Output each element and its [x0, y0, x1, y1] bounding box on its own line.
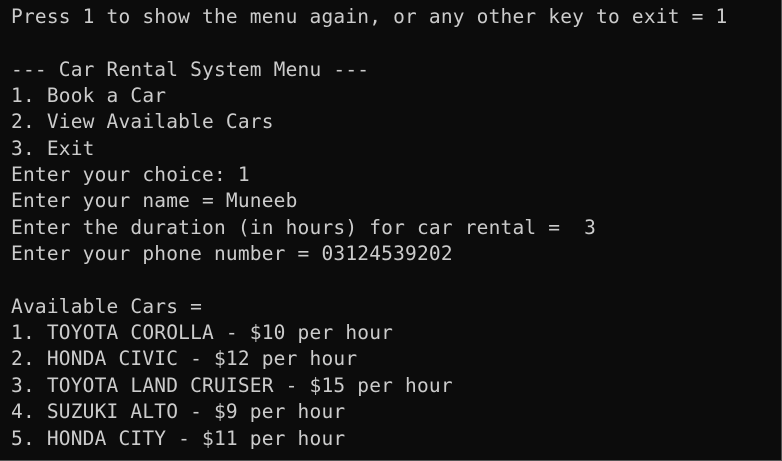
phone-prompt-line: Enter your phone number = 03124539202 — [11, 242, 453, 266]
duration-prompt-line: Enter the duration (in hours) for car re… — [11, 215, 597, 239]
car-list-item: 1. TOYOTA COROLLA - $10 per hour — [11, 321, 394, 345]
name-prompt-line: Enter your name = Muneeb — [11, 189, 298, 213]
car-list-item: 5. HONDA CITY - $11 per hour — [11, 426, 346, 450]
menu-option-exit: 3. Exit — [11, 136, 95, 160]
available-cars-heading: Available Cars = — [11, 294, 203, 318]
car-list-item: 3. TOYOTA LAND CRUISER - $15 per hour — [11, 373, 453, 397]
choice-prompt-line: Enter your choice: 1 — [11, 163, 250, 187]
console-window[interactable]: Press 1 to show the menu again, or any o… — [0, 0, 782, 461]
menu-option-view: 2. View Available Cars — [11, 110, 274, 134]
menu-title-line: --- Car Rental System Menu --- — [11, 57, 370, 81]
car-list-item: 4. SUZUKI ALTO - $9 per hour — [11, 400, 346, 424]
menu-option-book: 1. Book a Car — [11, 84, 167, 108]
exit-prompt-line: Press 1 to show the menu again, or any o… — [11, 5, 728, 28]
car-list-item: 2. HONDA CIVIC - $12 per hour — [11, 347, 358, 371]
